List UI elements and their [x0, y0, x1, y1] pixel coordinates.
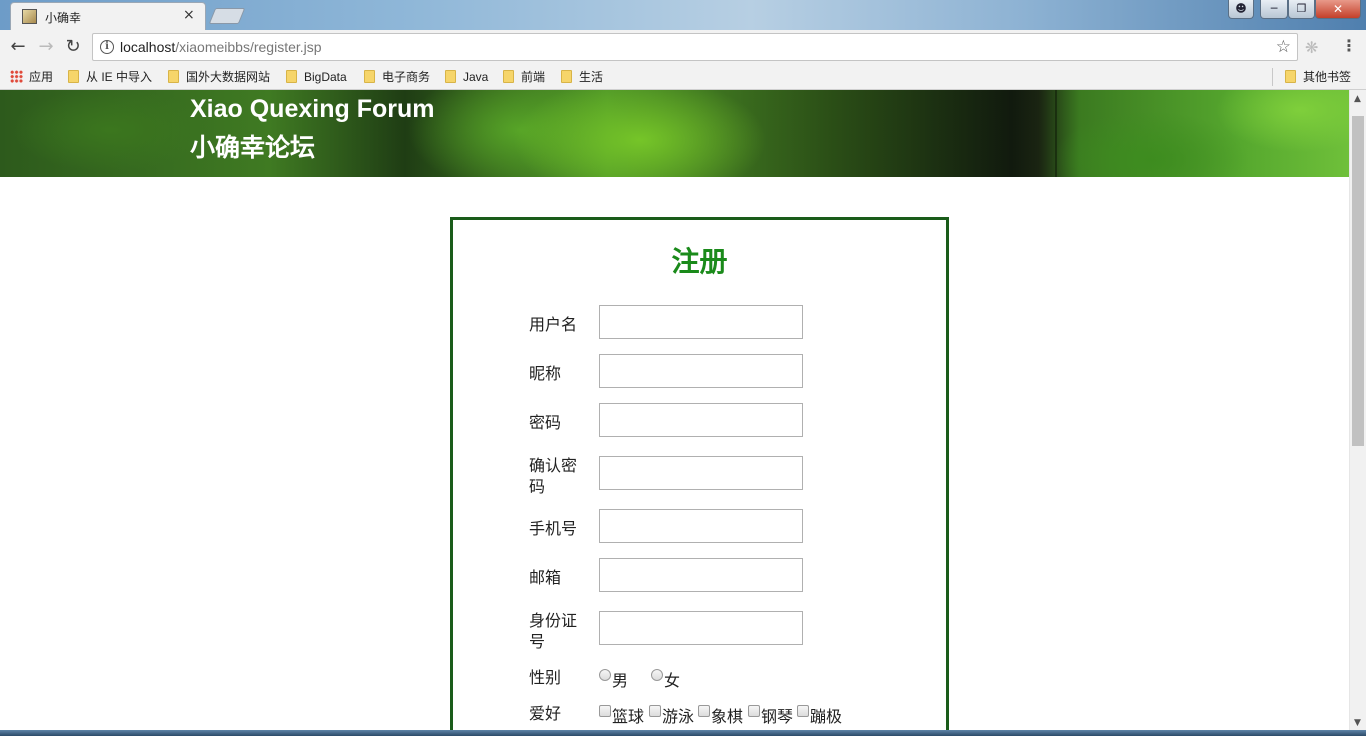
user-icon: ☻: [1235, 2, 1247, 15]
bookmark-folder[interactable]: 前端: [503, 69, 545, 85]
browser-tab-active[interactable]: 小确幸 ×: [10, 2, 206, 30]
id-number-input[interactable]: [599, 611, 803, 645]
hobby-basketball-checkbox[interactable]: [599, 705, 611, 717]
nickname-input[interactable]: [599, 354, 803, 388]
gender-label: 性别: [529, 668, 562, 687]
confirm-password-input[interactable]: [599, 456, 803, 490]
window-titlebar: 小确幸 × ☻ ─ ❐ ✕: [0, 0, 1366, 30]
email-label: 邮箱: [529, 568, 562, 587]
restore-icon: ❐: [1296, 2, 1307, 15]
bookmark-other[interactable]: 其他书签: [1285, 69, 1351, 85]
password-label: 密码: [529, 413, 562, 432]
tab-close-icon[interactable]: ×: [183, 7, 195, 23]
hobby-bungee-label[interactable]: 蹦极: [810, 703, 842, 727]
password-input[interactable]: [599, 403, 803, 437]
bookmark-folder[interactable]: 电子商务: [364, 69, 430, 85]
minimize-button[interactable]: ─: [1260, 0, 1288, 19]
scroll-up-arrow-icon[interactable]: ▲: [1354, 94, 1361, 104]
form-heading: 注册: [671, 245, 728, 278]
favicon-icon: [22, 9, 37, 24]
scroll-thumb[interactable]: [1352, 116, 1364, 446]
site-title-en: Xiao Quexing Forum: [190, 95, 435, 123]
hobby-basketball-label[interactable]: 篮球: [612, 703, 644, 727]
forward-arrow-icon[interactable]: →: [35, 36, 57, 58]
hobby-label: 爱好: [529, 704, 562, 723]
apps-grid-icon: [10, 70, 23, 83]
hobby-chess-label[interactable]: 象棋: [711, 703, 743, 727]
gender-male-label[interactable]: 男: [612, 667, 628, 691]
bookmark-folder[interactable]: BigData: [286, 69, 347, 85]
bookmark-folder[interactable]: Java: [445, 69, 488, 85]
confirm-password-label: 确认密码: [529, 456, 578, 496]
bookmark-apps[interactable]: 应用: [10, 69, 53, 85]
folder-icon: [168, 70, 179, 83]
folder-icon: [68, 70, 79, 83]
register-form: 注册 用户名 昵称 密码 确认密码 手机号 邮箱 身份证号 性别 男 女 爱好 …: [450, 217, 949, 730]
email-input[interactable]: [599, 558, 803, 592]
bookmark-star-icon[interactable]: ☆: [1276, 37, 1291, 57]
close-icon: ✕: [1332, 2, 1344, 16]
scroll-down-arrow-icon[interactable]: ▼: [1354, 718, 1361, 728]
site-banner: Xiao Quexing Forum 小确幸论坛: [0, 90, 1349, 177]
hobby-swimming-checkbox[interactable]: [649, 705, 661, 717]
gender-female-label[interactable]: 女: [664, 667, 680, 691]
hobby-chess-checkbox[interactable]: [698, 705, 710, 717]
back-arrow-icon[interactable]: ←: [7, 36, 29, 58]
folder-icon: [286, 70, 297, 83]
new-tab-button[interactable]: [208, 8, 246, 24]
address-bar[interactable]: i localhost/xiaomeibbs/register.jsp ☆: [92, 33, 1298, 61]
os-taskbar: [0, 730, 1366, 736]
bookmark-folder[interactable]: 生活: [561, 69, 603, 85]
reload-icon[interactable]: ↻: [62, 36, 84, 58]
page-viewport: Xiao Quexing Forum 小确幸论坛 注册 用户名 昵称 密码 确认…: [0, 90, 1349, 730]
maximize-button[interactable]: ❐: [1288, 0, 1315, 19]
tab-title: 小确幸: [45, 11, 82, 25]
site-title-cn: 小确幸论坛: [190, 133, 316, 162]
phone-input[interactable]: [599, 509, 803, 543]
hobby-bungee-checkbox[interactable]: [797, 705, 809, 717]
url-text[interactable]: localhost/xiaomeibbs/register.jsp: [120, 39, 322, 55]
gender-female-radio[interactable]: [651, 669, 663, 681]
folder-icon: [561, 70, 572, 83]
extension-icon[interactable]: ❋: [1305, 38, 1318, 57]
folder-icon: [445, 70, 456, 83]
bookmarks-bar: 应用 从 IE 中导入 国外大数据网站 BigData 电子商务 Java 前端…: [0, 64, 1366, 90]
gender-male-radio[interactable]: [599, 669, 611, 681]
vertical-scrollbar[interactable]: ▲ ▼: [1349, 90, 1366, 730]
account-button[interactable]: ☻: [1228, 0, 1254, 19]
folder-icon: [503, 70, 514, 83]
hobby-piano-checkbox[interactable]: [748, 705, 760, 717]
banner-seam: [1055, 90, 1057, 177]
username-label: 用户名: [529, 315, 578, 334]
bookmark-folder[interactable]: 从 IE 中导入: [68, 69, 152, 85]
phone-label: 手机号: [529, 519, 578, 538]
bookmark-folder[interactable]: 国外大数据网站: [168, 69, 270, 85]
nickname-label: 昵称: [529, 364, 562, 383]
info-icon[interactable]: i: [100, 40, 114, 54]
menu-kebab-icon[interactable]: ⋮: [1341, 36, 1357, 55]
close-window-button[interactable]: ✕: [1315, 0, 1361, 19]
browser-toolbar: ← → ↻ i localhost/xiaomeibbs/register.js…: [0, 30, 1366, 64]
hobby-swimming-label[interactable]: 游泳: [662, 703, 694, 727]
folder-icon: [364, 70, 375, 83]
bookmarks-divider: [1272, 68, 1273, 86]
id-number-label: 身份证号: [529, 611, 578, 651]
hobby-piano-label[interactable]: 钢琴: [761, 703, 793, 727]
folder-icon: [1285, 70, 1296, 83]
username-input[interactable]: [599, 305, 803, 339]
minimize-icon: ─: [1270, 2, 1278, 15]
